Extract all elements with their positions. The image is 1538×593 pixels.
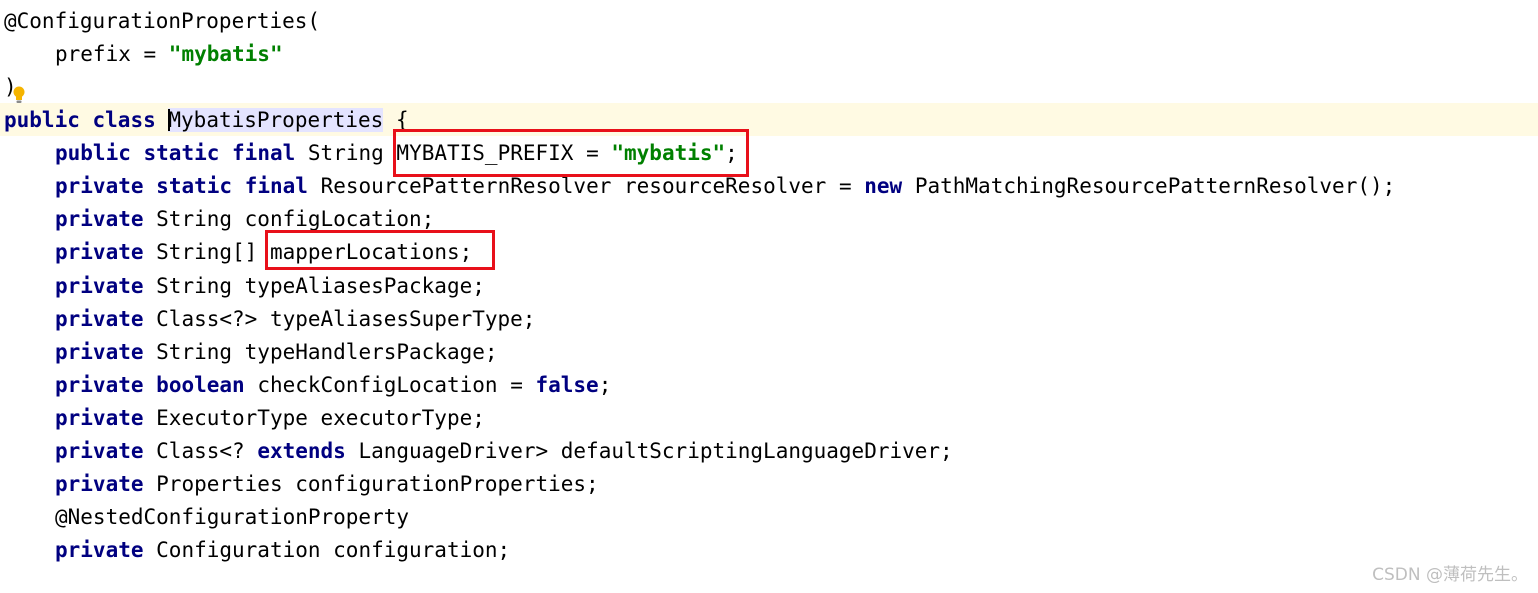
- highlight-box-mapper-locations: [265, 230, 495, 270]
- field-declaration: checkConfigLocation =: [244, 373, 536, 397]
- keyword: private: [55, 439, 144, 463]
- keyword: private: [55, 207, 144, 231]
- code-line-16[interactable]: @NestedConfigurationProperty: [55, 501, 409, 534]
- class-name-text: MybatisProperties: [168, 108, 384, 132]
- field-declaration: String typeAliasesPackage;: [143, 274, 485, 298]
- keyword: public: [4, 108, 80, 132]
- field-declaration: ExecutorType executorType;: [143, 406, 485, 430]
- keyword: static: [156, 174, 233, 198]
- keyword: final: [244, 174, 308, 198]
- field-declaration: String configLocation;: [143, 207, 435, 231]
- semicolon: ;: [598, 373, 612, 397]
- annotation: @ConfigurationProperties(: [4, 9, 321, 33]
- keyword: private: [55, 406, 144, 430]
- annotation: @NestedConfigurationProperty: [55, 505, 410, 529]
- constructor-call: PathMatchingResourcePatternResolver();: [902, 174, 1396, 198]
- keyword: final: [232, 141, 296, 165]
- field-declaration: String typeHandlersPackage;: [143, 340, 498, 364]
- keyword: private: [55, 340, 144, 364]
- keyword: false: [535, 373, 599, 397]
- operator: =: [130, 42, 169, 66]
- field-declaration: Class<?> typeAliasesSuperType;: [143, 307, 536, 331]
- keyword: private: [55, 240, 144, 264]
- keyword: boolean: [156, 373, 245, 397]
- string-literal: "mybatis": [168, 42, 283, 66]
- keyword: private: [55, 472, 144, 496]
- keyword: private: [55, 307, 144, 331]
- type-name: ResourcePatternResolver: [320, 174, 612, 198]
- class-name[interactable]: MybatisProperties: [168, 108, 384, 132]
- field-declaration: Configuration configuration;: [143, 538, 511, 562]
- keyword: new: [864, 174, 903, 198]
- code-line-4[interactable]: public class MybatisProperties {: [4, 104, 409, 137]
- code-line-14[interactable]: private Class<? extends LanguageDriver> …: [55, 435, 953, 468]
- code-line-12[interactable]: private boolean checkConfigLocation = fa…: [55, 369, 611, 402]
- lightbulb-icon[interactable]: [13, 86, 25, 104]
- code-line-17[interactable]: private Configuration configuration;: [55, 534, 510, 567]
- keyword: public: [55, 141, 131, 165]
- highlight-box-mybatis-prefix: [393, 129, 749, 177]
- watermark: CSDN @薄荷先生。: [1372, 565, 1528, 585]
- keyword: private: [55, 538, 144, 562]
- keyword: private: [55, 274, 144, 298]
- field-declaration: Properties configurationProperties;: [143, 472, 599, 496]
- keyword: class: [92, 108, 156, 132]
- keyword: static: [143, 141, 220, 165]
- code-line-1[interactable]: @ConfigurationProperties(: [4, 5, 320, 38]
- code-editor[interactable]: @ConfigurationProperties( prefix = "myba…: [0, 0, 1538, 593]
- field-name: resourceResolver: [624, 174, 827, 198]
- keyword: private: [55, 373, 144, 397]
- annotation-param-name: prefix: [55, 42, 131, 66]
- type-name: Class<?: [143, 439, 258, 463]
- code-line-11[interactable]: private String typeHandlersPackage;: [55, 336, 498, 369]
- type-name: String[]: [143, 240, 270, 264]
- code-line-15[interactable]: private Properties configurationProperti…: [55, 468, 599, 501]
- field-declaration: LanguageDriver> defaultScriptingLanguage…: [345, 439, 953, 463]
- keyword: private: [55, 174, 144, 198]
- code-line-9[interactable]: private String typeAliasesPackage;: [55, 270, 485, 303]
- operator: =: [826, 174, 865, 198]
- keyword: extends: [257, 439, 346, 463]
- type-name: String: [307, 141, 384, 165]
- code-line-13[interactable]: private ExecutorType executorType;: [55, 402, 485, 435]
- code-line-2[interactable]: prefix = "mybatis": [55, 38, 283, 71]
- code-line-10[interactable]: private Class<?> typeAliasesSuperType;: [55, 303, 535, 336]
